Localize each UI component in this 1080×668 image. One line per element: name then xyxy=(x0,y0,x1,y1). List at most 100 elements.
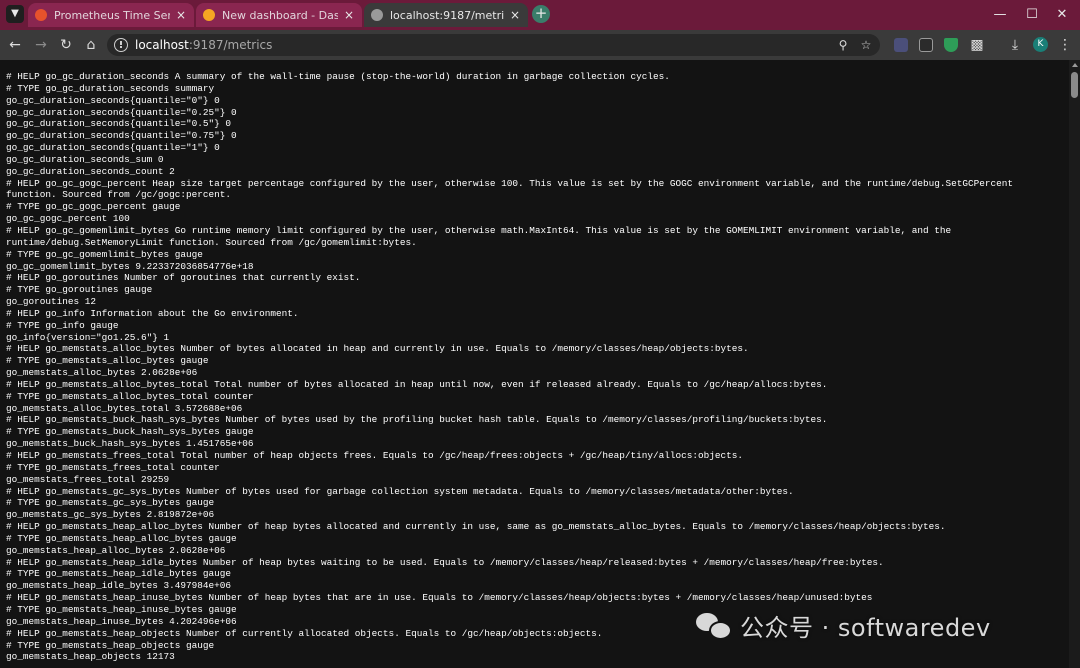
metrics-line: # TYPE go_info gauge xyxy=(6,319,119,331)
metrics-line: go_memstats_heap_idle_bytes 3.497984e+06 xyxy=(6,580,232,592)
reload-icon: ↻ xyxy=(60,37,72,53)
zoom-icon[interactable]: ⚲ xyxy=(835,37,851,53)
metrics-line: # HELP go_memstats_alloc_bytes Number of… xyxy=(6,343,749,355)
tab-title: Prometheus Time Series Colle xyxy=(54,8,170,22)
scroll-up-arrow-icon[interactable] xyxy=(1072,63,1078,67)
plus-icon: + xyxy=(534,4,548,22)
home-button[interactable]: ⌂ xyxy=(82,36,100,54)
url-host: localhost xyxy=(135,38,189,52)
page-content: # HELP go_gc_duration_seconds A summary … xyxy=(0,60,1069,668)
grafana-favicon-icon xyxy=(203,9,215,21)
back-button[interactable]: ← xyxy=(6,36,24,54)
metrics-line: go_info{version="go1.25.6"} 1 xyxy=(6,331,170,343)
site-info-icon[interactable] xyxy=(114,38,128,52)
metrics-line: # TYPE go_goroutines gauge xyxy=(6,284,153,296)
tab-title: New dashboard - Dashboards xyxy=(222,8,338,22)
metrics-line: # HELP go_gc_gogc_percent Heap size targ… xyxy=(6,177,1019,201)
wechat-logo-icon xyxy=(696,611,732,640)
metrics-line: # TYPE go_gc_gogc_percent gauge xyxy=(6,201,181,213)
metrics-line: # HELP go_memstats_buck_hash_sys_bytes N… xyxy=(6,414,828,426)
metrics-line: go_gc_duration_seconds{quantile="0.5"} 0 xyxy=(6,118,232,130)
metrics-line: # HELP go_memstats_heap_alloc_bytes Numb… xyxy=(6,521,946,533)
downloads-button[interactable]: ⤓ xyxy=(1006,36,1024,54)
metrics-line: # TYPE go_memstats_heap_alloc_bytes gaug… xyxy=(6,532,237,544)
more-vert-icon: ⋮ xyxy=(1058,37,1072,53)
close-icon[interactable]: × xyxy=(176,8,186,22)
download-icon: ⤓ xyxy=(1011,37,1019,53)
metrics-line: go_memstats_heap_objects 12173 xyxy=(6,651,175,663)
metrics-line: go_gc_gomemlimit_bytes 9.223372036854776… xyxy=(6,260,254,272)
tab-search-button[interactable]: ▼ xyxy=(6,5,24,23)
metrics-line: # HELP go_memstats_frees_total Total num… xyxy=(6,450,743,461)
tab-grafana-dashboard[interactable]: New dashboard - Dashboards × xyxy=(196,3,362,27)
metrics-line: # TYPE go_gc_gomemlimit_bytes gauge xyxy=(6,248,203,260)
metrics-line: go_gc_duration_seconds{quantile="0.25"} … xyxy=(6,106,237,118)
address-bar[interactable]: localhost:9187/metrics ⚲ ☆ xyxy=(107,34,880,56)
metrics-line: # HELP go_goroutines Number of goroutine… xyxy=(6,272,361,284)
chevron-down-icon: ▼ xyxy=(11,8,19,19)
metrics-line: # HELP go_gc_duration_seconds A summary … xyxy=(6,71,670,82)
home-icon: ⌂ xyxy=(86,37,96,53)
browser-window: ▼ Prometheus Time Series Colle × New das… xyxy=(0,0,1080,668)
metrics-line: go_gc_duration_seconds_count 2 xyxy=(6,165,175,177)
puzzle-icon: ▩ xyxy=(970,37,984,53)
metrics-line: # HELP go_memstats_alloc_bytes_total Tot… xyxy=(6,378,828,390)
metrics-line: go_gc_gogc_percent 100 xyxy=(6,213,130,225)
metrics-line: # TYPE go_memstats_frees_total counter xyxy=(6,461,220,473)
metrics-line: go_gc_duration_seconds_sum 0 xyxy=(6,153,164,165)
metrics-line: # HELP go_info Information about the Go … xyxy=(6,307,299,319)
metrics-line: # HELP go_memstats_heap_inuse_bytes Numb… xyxy=(6,592,873,604)
new-tab-button[interactable]: + xyxy=(532,5,550,23)
menu-button[interactable]: ⋮ xyxy=(1056,36,1074,54)
metrics-line: go_memstats_buck_hash_sys_bytes 1.451765… xyxy=(6,438,254,450)
globe-favicon-icon xyxy=(371,9,383,21)
tab-title: localhost:9187/metrics xyxy=(390,8,504,22)
metrics-text: # HELP go_gc_duration_seconds A summary … xyxy=(6,71,1064,663)
metrics-line: # HELP go_memstats_gc_sys_bytes Number o… xyxy=(6,485,794,497)
profile-avatar[interactable]: K xyxy=(1033,37,1048,52)
metrics-line: go_memstats_alloc_bytes_total 3.572688e+… xyxy=(6,402,243,414)
scrollbar-thumb[interactable] xyxy=(1071,72,1078,98)
metrics-line: go_memstats_frees_total 29259 xyxy=(6,473,170,485)
url-path: :9187/metrics xyxy=(188,38,273,52)
metrics-line: # TYPE go_memstats_alloc_bytes gauge xyxy=(6,355,209,367)
extension-icon[interactable] xyxy=(894,38,908,52)
tab-strip: ▼ Prometheus Time Series Colle × New das… xyxy=(0,0,1080,30)
watermark-text: 公众号 · softwaredev xyxy=(740,613,991,642)
metrics-line: go_memstats_alloc_bytes 2.0628e+06 xyxy=(6,367,198,379)
forward-button[interactable]: → xyxy=(32,36,50,54)
extension-icon[interactable] xyxy=(919,38,933,52)
vertical-scrollbar[interactable] xyxy=(1069,60,1080,668)
tab-prometheus[interactable]: Prometheus Time Series Colle × xyxy=(28,3,194,27)
maximize-icon: ☐ xyxy=(1026,7,1038,22)
profile-initial: K xyxy=(1037,39,1044,49)
metrics-line: # HELP go_memstats_heap_idle_bytes Numbe… xyxy=(6,556,884,568)
metrics-line: # HELP go_gc_gomemlimit_bytes Go runtime… xyxy=(6,224,957,248)
prometheus-favicon-icon xyxy=(35,9,47,21)
url-text[interactable]: localhost:9187/metrics xyxy=(135,34,272,56)
metrics-line: # TYPE go_memstats_alloc_bytes_total cou… xyxy=(6,390,254,402)
reload-button[interactable]: ↻ xyxy=(57,36,75,54)
minimize-icon: — xyxy=(993,7,1007,22)
close-window-button[interactable]: ✕ xyxy=(1042,0,1080,30)
toolbar: ← → ↻ ⌂ localhost:9187/metrics ⚲ ☆ ▩ ⤓ K xyxy=(0,30,1080,60)
close-icon[interactable]: × xyxy=(344,8,354,22)
metrics-line: # TYPE go_memstats_buck_hash_sys_bytes g… xyxy=(6,426,254,438)
forward-arrow-icon: → xyxy=(35,37,47,53)
tab-metrics[interactable]: localhost:9187/metrics × xyxy=(364,3,528,27)
metrics-line: # TYPE go_memstats_gc_sys_bytes gauge xyxy=(6,497,215,509)
close-icon: ✕ xyxy=(1056,7,1068,22)
metrics-line: # TYPE go_memstats_heap_idle_bytes gauge xyxy=(6,568,232,580)
shield-icon[interactable] xyxy=(944,38,958,52)
metrics-line: go_gc_duration_seconds{quantile="0"} 0 xyxy=(6,94,220,106)
metrics-line: go_memstats_heap_alloc_bytes 2.0628e+06 xyxy=(6,544,226,556)
watermark: 公众号 · softwaredev xyxy=(696,607,991,643)
metrics-line: go_gc_duration_seconds{quantile="1"} 0 xyxy=(6,142,220,154)
close-icon[interactable]: × xyxy=(510,8,520,22)
metrics-line: # TYPE go_gc_duration_seconds summary xyxy=(6,82,215,94)
metrics-line: go_gc_duration_seconds{quantile="0.75"} … xyxy=(6,130,237,142)
star-icon[interactable]: ☆ xyxy=(858,37,874,53)
extensions-button[interactable]: ▩ xyxy=(968,36,986,54)
metrics-line: go_goroutines 12 xyxy=(6,296,97,308)
back-arrow-icon: ← xyxy=(9,37,21,53)
